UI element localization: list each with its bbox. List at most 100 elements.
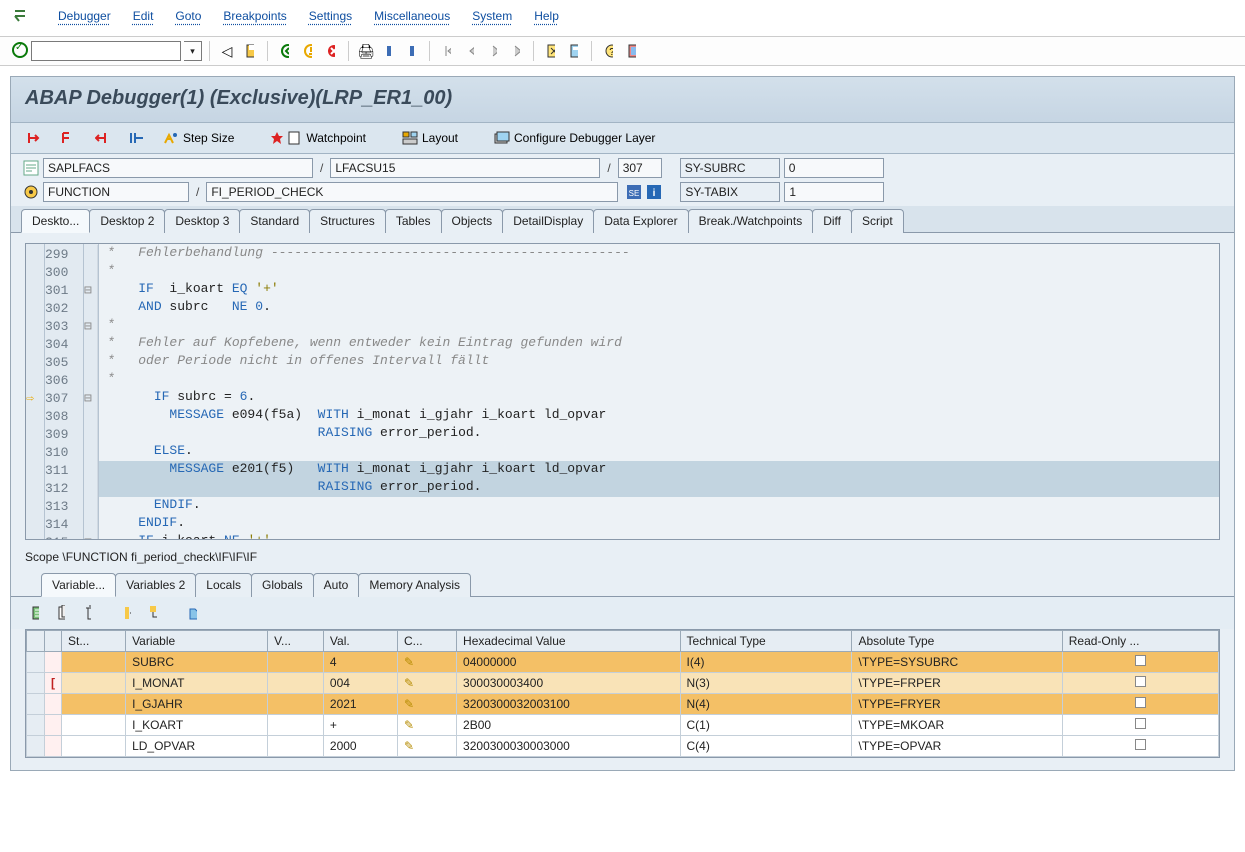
layout-1-icon[interactable] xyxy=(541,41,561,61)
line-field[interactable]: 307 xyxy=(618,158,662,178)
info-icon[interactable]: i xyxy=(646,184,662,200)
tab-deskto-[interactable]: Deskto... xyxy=(21,209,90,233)
command-field[interactable] xyxy=(31,41,181,61)
var-row-i_koart[interactable]: I_KOART+✎2B00C(1)\TYPE=MKOAR xyxy=(27,715,1219,736)
layout-label: Layout xyxy=(422,131,458,145)
col-read-only-[interactable]: Read-Only ... xyxy=(1062,631,1218,652)
readonly-checkbox[interactable] xyxy=(1135,739,1146,750)
menu-system[interactable]: System xyxy=(472,9,512,23)
tab-diff[interactable]: Diff xyxy=(812,209,852,233)
sy-subrc-label: SY-SUBRC xyxy=(680,158,780,178)
command-dropdown[interactable]: ▾ xyxy=(184,41,202,61)
enter-icon[interactable] xyxy=(12,42,28,61)
fold-gutter[interactable]: ⊟⊟⊟⊟ xyxy=(84,244,99,539)
vartab-variable-[interactable]: Variable... xyxy=(41,573,116,597)
nav-exit-icon[interactable] xyxy=(298,41,318,61)
tab-objects[interactable]: Objects xyxy=(441,209,504,233)
program-field[interactable]: SAPLFACS xyxy=(43,158,313,178)
col-st-[interactable]: St... xyxy=(62,631,126,652)
step-over-icon[interactable] xyxy=(55,129,83,147)
readonly-checkbox[interactable] xyxy=(1135,718,1146,729)
layout-2-icon[interactable] xyxy=(564,41,584,61)
menu-help[interactable]: Help xyxy=(534,9,559,23)
tab-break-watchpoints[interactable]: Break./Watchpoints xyxy=(688,209,814,233)
find-icon[interactable] xyxy=(379,41,399,61)
pencil-icon[interactable]: ✎ xyxy=(404,697,414,711)
readonly-checkbox[interactable] xyxy=(1135,697,1146,708)
tab-desktop-2[interactable]: Desktop 2 xyxy=(89,209,165,233)
var-row-ld_opvar[interactable]: LD_OPVAR2000✎3200300030003000C(4)\TYPE=O… xyxy=(27,736,1219,757)
scope-path: Scope \FUNCTION fi_period_check\IF\IF\IF xyxy=(11,544,1234,570)
pencil-icon[interactable]: ✎ xyxy=(404,718,414,732)
col-c-[interactable]: C... xyxy=(397,631,456,652)
var-delete-icon[interactable] xyxy=(77,603,97,623)
vartab-memory-analysis[interactable]: Memory Analysis xyxy=(358,573,471,597)
continue-icon[interactable] xyxy=(123,129,151,147)
vartab-globals[interactable]: Globals xyxy=(251,573,314,597)
col-v-[interactable]: V... xyxy=(268,631,324,652)
vartab-locals[interactable]: Locals xyxy=(195,573,252,597)
include-field[interactable]: LFACSU15 xyxy=(330,158,600,178)
var-folder-icon[interactable] xyxy=(183,603,203,623)
tab-detaildisplay[interactable]: DetailDisplay xyxy=(502,209,594,233)
nav-back-icon[interactable] xyxy=(275,41,295,61)
tab-tables[interactable]: Tables xyxy=(385,209,442,233)
help-icon[interactable]: ? xyxy=(599,41,619,61)
var-tree-icon[interactable] xyxy=(143,603,163,623)
col-hexadecimal-value[interactable]: Hexadecimal Value xyxy=(457,631,680,652)
code-body[interactable]: * Fehlerbehandlung ---------------------… xyxy=(99,244,1219,539)
col-val-[interactable]: Val. xyxy=(323,631,397,652)
tab-desktop-3[interactable]: Desktop 3 xyxy=(164,209,240,233)
customize-icon[interactable] xyxy=(622,41,642,61)
last-page-icon[interactable] xyxy=(506,41,526,61)
save-icon[interactable] xyxy=(240,41,260,61)
tab-data-explorer[interactable]: Data Explorer xyxy=(593,209,688,233)
menu-debugger[interactable]: Debugger xyxy=(58,9,111,23)
readonly-checkbox[interactable] xyxy=(1135,655,1146,666)
breakpoint-gutter[interactable]: ⇨ xyxy=(26,244,45,539)
menu-edit[interactable]: Edit xyxy=(133,9,154,23)
print-icon[interactable]: 🖨 xyxy=(356,41,376,61)
step-size-label: Step Size xyxy=(183,131,234,145)
prev-page-icon[interactable] xyxy=(460,41,480,61)
col-technical-type[interactable]: Technical Type xyxy=(680,631,852,652)
pencil-icon[interactable]: ✎ xyxy=(404,739,414,753)
abap-icon[interactable]: SE xyxy=(626,184,642,200)
pencil-icon[interactable]: ✎ xyxy=(404,655,414,669)
watchpoint-button[interactable]: Watchpoint xyxy=(264,129,372,147)
tab-standard[interactable]: Standard xyxy=(239,209,310,233)
var-row-i_monat[interactable]: [I_MONAT004✎300030003400N(3)\TYPE=FRPER xyxy=(27,673,1219,694)
sy-subrc-value: 0 xyxy=(784,158,884,178)
tab-structures[interactable]: Structures xyxy=(309,209,386,233)
menu-breakpoints[interactable]: Breakpoints xyxy=(223,9,286,23)
app-menu-icon[interactable] xyxy=(12,8,30,24)
step-out-icon[interactable] xyxy=(89,129,117,147)
back-icon[interactable]: ◁ xyxy=(217,41,237,61)
tab-script[interactable]: Script xyxy=(851,209,904,233)
col-absolute-type[interactable]: Absolute Type xyxy=(852,631,1062,652)
pencil-icon[interactable]: ✎ xyxy=(404,676,414,690)
vartab-variables-2[interactable]: Variables 2 xyxy=(115,573,196,597)
var-sort-icon[interactable] xyxy=(117,603,137,623)
var-add-icon[interactable] xyxy=(25,603,45,623)
step-into-icon[interactable] xyxy=(21,129,49,147)
menu-miscellaneous[interactable]: Miscellaneous xyxy=(374,9,450,23)
menubar: Debugger Edit Goto Breakpoints Settings … xyxy=(0,0,1245,37)
find-next-icon[interactable] xyxy=(402,41,422,61)
step-size-button[interactable]: Step Size xyxy=(157,129,240,147)
var-copy-icon[interactable] xyxy=(51,603,71,623)
layout-button[interactable]: Layout xyxy=(396,129,464,147)
readonly-checkbox[interactable] xyxy=(1135,676,1146,687)
event-name-field[interactable]: FI_PERIOD_CHECK xyxy=(206,182,618,202)
next-page-icon[interactable] xyxy=(483,41,503,61)
menu-settings[interactable]: Settings xyxy=(309,9,352,23)
first-page-icon[interactable] xyxy=(437,41,457,61)
var-row-subrc[interactable]: SUBRC4✎04000000I(4)\TYPE=SYSUBRC xyxy=(27,652,1219,673)
var-row-i_gjahr[interactable]: I_GJAHR2021✎3200300032003100N(4)\TYPE=FR… xyxy=(27,694,1219,715)
menu-goto[interactable]: Goto xyxy=(175,9,201,23)
event-type-field[interactable]: FUNCTION xyxy=(43,182,189,202)
nav-cancel-icon[interactable] xyxy=(321,41,341,61)
vartab-auto[interactable]: Auto xyxy=(313,573,360,597)
col-variable[interactable]: Variable xyxy=(126,631,268,652)
configure-layer-button[interactable]: Configure Debugger Layer xyxy=(488,129,661,147)
